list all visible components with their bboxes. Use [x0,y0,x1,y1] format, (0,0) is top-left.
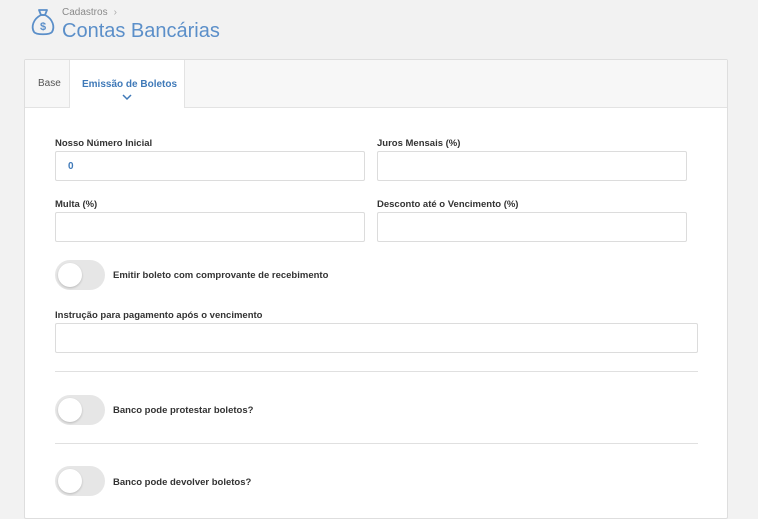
emitir-comprovante-toggle[interactable] [55,260,105,290]
page-title: Contas Bancárias [62,20,220,42]
toggle-knob [58,469,82,493]
nosso-numero-label: Nosso Número Inicial [55,138,153,149]
juros-input[interactable] [377,151,687,181]
tab-emissao-boletos[interactable]: Emissão de Boletos [70,60,185,108]
nosso-numero-input[interactable] [55,151,365,181]
devolver-toggle[interactable] [55,466,105,496]
page-header: $ Cadastros › Contas Bancárias [0,0,758,60]
breadcrumb-item-cadastros[interactable]: Cadastros [62,7,108,18]
tab-base[interactable]: Base [25,60,70,107]
emitir-comprovante-label: Emitir boleto com comprovante de recebim… [113,270,329,281]
multa-label: Multa (%) [55,199,98,210]
juros-label: Juros Mensais (%) [377,138,461,149]
devolver-label: Banco pode devolver boletos? [113,477,252,488]
money-bag-icon: $ [31,9,55,36]
toggle-knob [58,398,82,422]
tab-emissao-boletos-label: Emissão de Boletos [82,79,178,90]
chevron-down-icon [122,94,132,101]
protestar-label: Banco pode protestar boletos? [113,405,254,416]
desconto-input[interactable] [377,212,687,242]
tab-bar: Base Emissão de Boletos [25,60,727,108]
instrucao-input[interactable] [55,323,698,353]
tab-base-label: Base [38,78,61,89]
svg-text:$: $ [40,21,46,33]
multa-input[interactable] [55,212,365,242]
form-card: Base Emissão de Boletos Nosso Número Ini… [24,59,728,519]
toggle-knob [58,263,82,287]
protestar-toggle[interactable] [55,395,105,425]
breadcrumb: Cadastros › [62,7,117,18]
desconto-label: Desconto até o Vencimento (%) [377,199,519,210]
breadcrumb-chevron-icon: › [113,7,117,18]
instrucao-label: Instrução para pagamento após o vencimen… [55,310,263,321]
divider [55,371,698,372]
divider [55,443,698,444]
